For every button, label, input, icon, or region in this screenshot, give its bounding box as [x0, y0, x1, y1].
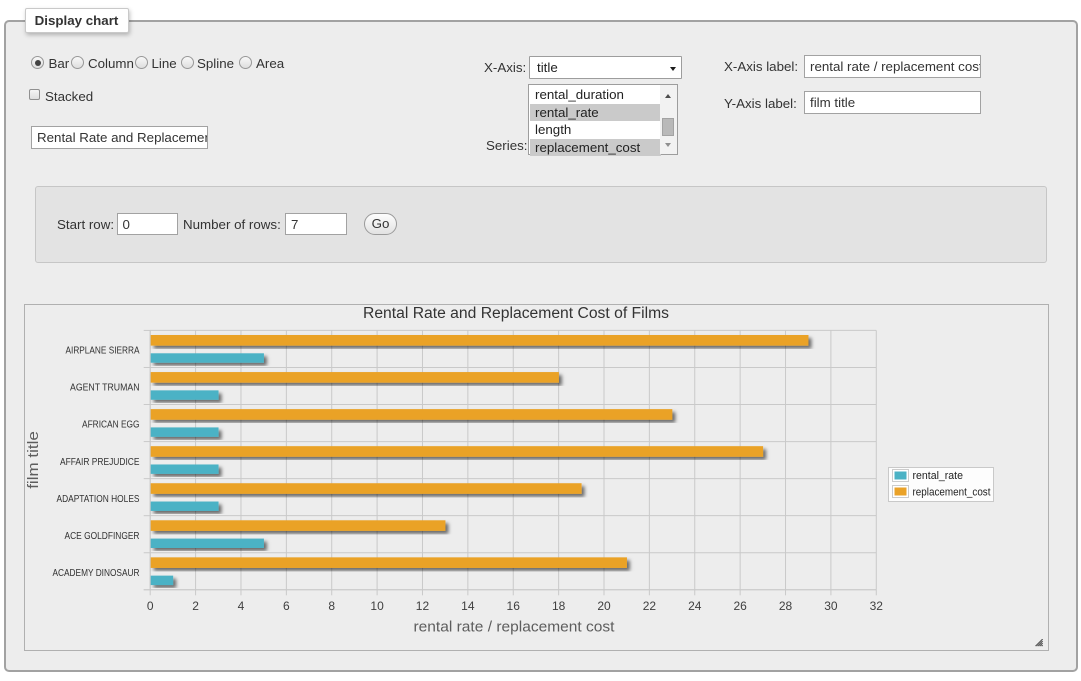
- svg-text:24: 24: [688, 599, 702, 613]
- svg-text:32: 32: [870, 599, 884, 613]
- svg-text:rental_rate: rental_rate: [913, 470, 964, 482]
- svg-text:20: 20: [597, 599, 611, 613]
- svg-text:26: 26: [733, 599, 747, 613]
- svg-text:AFRICAN EGG: AFRICAN EGG: [82, 420, 140, 431]
- svg-text:14: 14: [461, 599, 475, 613]
- svg-text:18: 18: [552, 599, 566, 613]
- svg-text:30: 30: [824, 599, 838, 613]
- svg-text:12: 12: [416, 599, 430, 613]
- svg-text:ACE GOLDFINGER: ACE GOLDFINGER: [65, 531, 140, 542]
- svg-text:0: 0: [147, 599, 154, 613]
- svg-text:replacement_cost: replacement_cost: [913, 486, 991, 498]
- svg-text:10: 10: [370, 599, 384, 613]
- svg-text:AIRPLANE SIERRA: AIRPLANE SIERRA: [66, 346, 140, 357]
- svg-text:film title: film title: [25, 431, 42, 489]
- svg-text:Rental Rate and Replacement Co: Rental Rate and Replacement Cost of Film…: [363, 305, 669, 322]
- svg-text:AFFAIR PREJUDICE: AFFAIR PREJUDICE: [60, 457, 140, 468]
- svg-text:16: 16: [507, 599, 521, 613]
- svg-text:AGENT TRUMAN: AGENT TRUMAN: [70, 383, 140, 394]
- svg-text:28: 28: [779, 599, 793, 613]
- svg-text:ADAPTATION HOLES: ADAPTATION HOLES: [57, 494, 140, 505]
- svg-text:6: 6: [283, 599, 290, 613]
- svg-text:2: 2: [192, 599, 199, 613]
- svg-text:22: 22: [643, 599, 657, 613]
- svg-text:8: 8: [328, 599, 335, 613]
- svg-text:4: 4: [238, 599, 245, 613]
- svg-text:ACADEMY DINOSAUR: ACADEMY DINOSAUR: [53, 568, 140, 579]
- svg-text:rental rate / replacement cost: rental rate / replacement cost: [414, 619, 616, 636]
